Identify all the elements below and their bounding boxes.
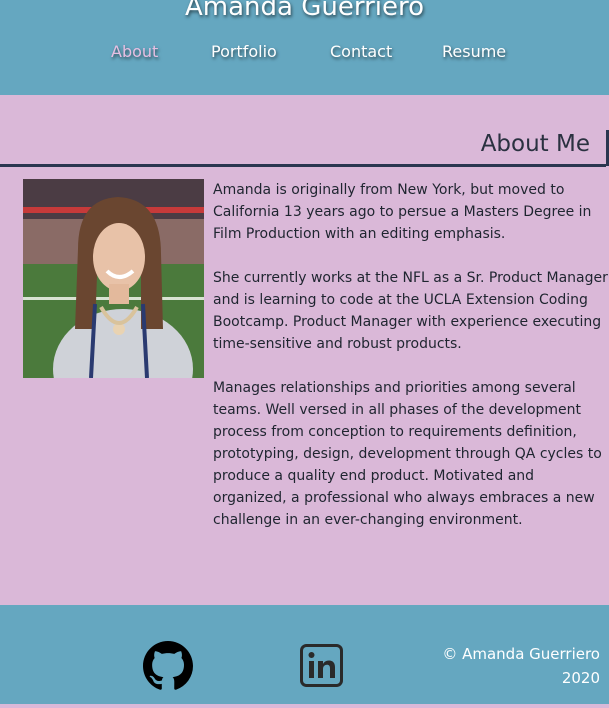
copyright: © Amanda Guerriero 2020 <box>442 642 600 690</box>
nav-about[interactable]: About <box>111 42 158 61</box>
site-header: Amanda Guerriero About Portfolio Contact… <box>0 0 609 95</box>
linkedin-icon[interactable] <box>300 644 343 687</box>
bio-paragraph-2: She currently works at the NFL as a Sr. … <box>213 270 608 352</box>
copyright-line-2: 2020 <box>561 669 600 687</box>
nav-contact[interactable]: Contact <box>330 42 392 61</box>
nav-portfolio[interactable]: Portfolio <box>211 42 277 61</box>
footer-bottom-strip <box>0 704 609 708</box>
profile-photo <box>23 179 204 378</box>
profile-photo-image <box>23 179 204 378</box>
bio-paragraph-3: Manages relationships and priorities amo… <box>213 380 602 528</box>
copyright-line-1: © Amanda Guerriero <box>442 645 600 663</box>
heading-divider <box>0 164 606 167</box>
about-heading: About Me <box>480 131 590 157</box>
linkedin-icon <box>300 644 343 687</box>
about-bio: Amanda is originally from New York, but … <box>213 179 609 553</box>
site-title: Amanda Guerriero <box>184 0 424 22</box>
bio-paragraph-1: Amanda is originally from New York, but … <box>213 182 592 242</box>
nav-resume[interactable]: Resume <box>442 42 506 61</box>
github-icon[interactable] <box>143 641 193 691</box>
github-icon <box>143 641 193 690</box>
about-heading-box: About Me <box>481 130 609 166</box>
